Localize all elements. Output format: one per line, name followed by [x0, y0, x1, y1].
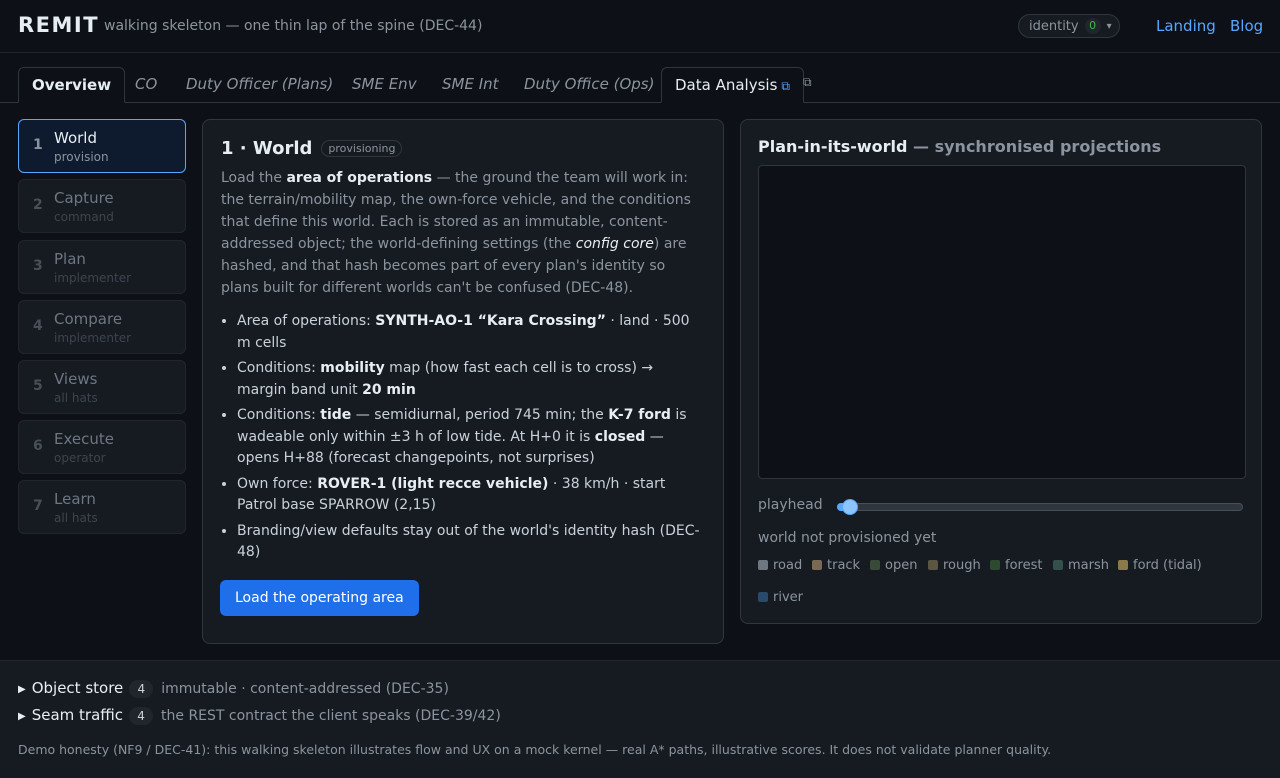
popout-icon[interactable]: ⧉	[803, 75, 812, 90]
ford-swatch	[1118, 560, 1128, 570]
tab-co[interactable]: CO	[122, 67, 170, 103]
step-world[interactable]: 1 World provision	[18, 119, 186, 173]
step-role: all hats	[54, 511, 98, 525]
seam-traffic-count: 4	[129, 707, 154, 725]
world-step-card: 1 · World provisioning Load the area of o…	[202, 119, 724, 644]
list-item: Conditions: tide — semidiurnal, period 7…	[237, 405, 701, 470]
role-tabs: Overview CO Duty Officer (Plans) SME Env…	[0, 53, 1280, 103]
world-status-text: world not provisioned yet	[758, 530, 937, 546]
step-role: implementer	[54, 331, 132, 345]
playhead-slider-thumb[interactable]	[842, 499, 858, 515]
tagline: walking skeleton — one thin lap of the s…	[104, 18, 483, 34]
step-role: implementer	[54, 271, 132, 285]
tab-sme-env[interactable]: SME Env	[339, 67, 430, 103]
legend-item-river: river	[758, 590, 803, 605]
step-title: Learn	[54, 490, 96, 508]
status-badge: provisioning	[321, 140, 403, 157]
object-store-disclosure[interactable]: ▶ Object store 4 immutable · content-addres…	[18, 679, 449, 698]
playhead-label: playhead	[758, 497, 823, 513]
landing-link[interactable]: Landing	[1156, 17, 1216, 35]
step-number: 3	[33, 258, 43, 274]
brand-logo[interactable]: REMIT	[18, 13, 99, 37]
top-bar: REMIT walking skeleton — one thin lap of…	[0, 0, 1280, 53]
card-intro: Load the area of operations — the ground…	[221, 170, 691, 296]
caret-right-icon: ▶	[18, 711, 26, 722]
rough-swatch	[928, 560, 938, 570]
step-compare[interactable]: 4 Compare implementer	[18, 300, 186, 354]
open-swatch	[870, 560, 880, 570]
legend-item-forest: forest	[990, 558, 1042, 573]
step-views[interactable]: 5 Views all hats	[18, 360, 186, 414]
step-title: Views	[54, 370, 98, 388]
step-role: operator	[54, 451, 106, 465]
step-number: 2	[33, 197, 43, 213]
tab-data-analysis[interactable]: Data Analysis ⧉	[661, 67, 804, 103]
marsh-swatch	[1053, 560, 1063, 570]
tab-overview[interactable]: Overview	[18, 67, 126, 103]
identity-count-badge: 0	[1084, 18, 1101, 34]
legend-item-track: track	[812, 558, 860, 573]
load-operating-area-button[interactable]: Load the operating area	[220, 580, 419, 616]
track-swatch	[812, 560, 822, 570]
list-item: Conditions: mobility map (how fast each …	[237, 358, 701, 401]
projections-panel: Plan-in-its-world — synchronised project…	[740, 119, 1262, 624]
tab-sme-int[interactable]: SME Int	[429, 67, 512, 103]
step-title: Compare	[54, 310, 123, 328]
step-execute[interactable]: 6 Execute operator	[18, 420, 186, 474]
legend-item-road: road	[758, 558, 802, 573]
legend-item-marsh: marsh	[1053, 558, 1109, 573]
step-learn[interactable]: 7 Learn all hats	[18, 480, 186, 534]
list-item: Branding/view defaults stay out of the w…	[237, 521, 701, 564]
playhead-slider-track[interactable]	[837, 503, 1243, 511]
identity-label: identity	[1029, 18, 1079, 34]
caret-right-icon: ▶	[18, 684, 26, 695]
step-role: provision	[54, 150, 109, 164]
step-number: 4	[33, 318, 43, 334]
step-number: 6	[33, 438, 43, 454]
step-title: Execute	[54, 430, 114, 448]
list-item: Area of operations: SYNTH-AO-1 “Kara Cro…	[237, 311, 701, 354]
forest-swatch	[990, 560, 1000, 570]
step-number: 5	[33, 378, 43, 394]
blog-link[interactable]: Blog	[1230, 17, 1263, 35]
step-title: World	[54, 129, 97, 147]
legend-item-rough: rough	[928, 558, 981, 573]
card-title: 1 · World	[221, 138, 313, 159]
list-item: Own force: ROVER-1 (light recce vehicle)…	[237, 474, 701, 517]
map-canvas[interactable]	[758, 165, 1246, 479]
road-swatch	[758, 560, 768, 570]
external-window-icon: ⧉	[781, 79, 790, 93]
step-number: 7	[33, 498, 43, 514]
world-facts-list: Area of operations: SYNTH-AO-1 “Kara Cro…	[221, 311, 701, 564]
identity-dropdown[interactable]: identity 0 ▾	[1018, 14, 1120, 38]
step-number: 1	[33, 137, 43, 153]
object-store-count: 4	[129, 680, 154, 698]
step-capture[interactable]: 2 Capture command	[18, 179, 186, 233]
step-role: all hats	[54, 391, 98, 405]
tab-duty-office-ops[interactable]: Duty Office (Ops)	[511, 67, 667, 103]
legend-item-open: open	[870, 558, 917, 573]
step-title: Plan	[54, 250, 86, 268]
demo-honesty-note: Demo honesty (NF9 / DEC-41): this walkin…	[18, 742, 1052, 757]
tab-duty-officer-plans[interactable]: Duty Officer (Plans)	[173, 67, 346, 103]
footer: ▶ Object store 4 immutable · content-addres…	[0, 660, 1280, 778]
step-title: Capture	[54, 189, 114, 207]
chevron-down-icon: ▾	[1106, 20, 1112, 32]
step-plan[interactable]: 3 Plan implementer	[18, 240, 186, 294]
panel-title: Plan-in-its-world — synchronised project…	[758, 137, 1162, 156]
river-swatch	[758, 592, 768, 602]
seam-traffic-disclosure[interactable]: ▶ Seam traffic 4 the REST contract the clie…	[18, 706, 501, 725]
tab-data-analysis-label: Data Analysis	[675, 76, 778, 94]
step-role: command	[54, 210, 114, 224]
legend-item-ford-tidal: ford (tidal)	[1118, 558, 1202, 573]
